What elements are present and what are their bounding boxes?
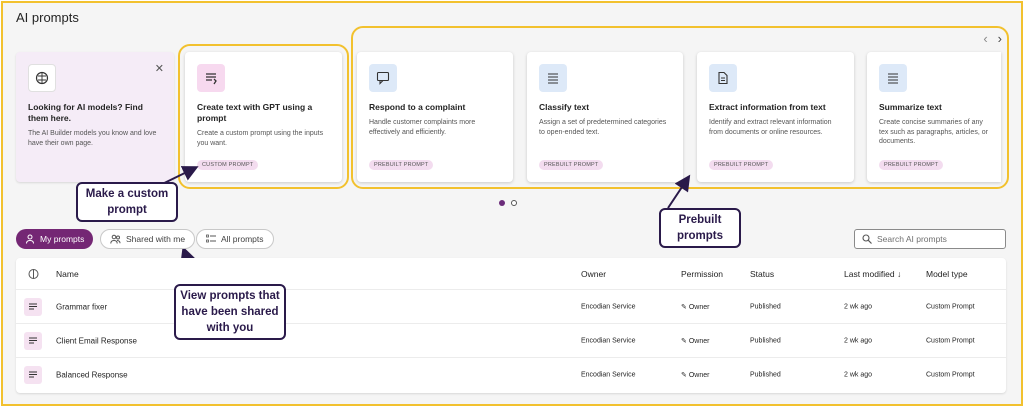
row-permission: ✎ Owner xyxy=(681,303,709,311)
header-permission[interactable]: Permission xyxy=(681,269,723,279)
table-header-row: Name Owner Permission Status Last modifi… xyxy=(16,258,1006,290)
row-last-modified: 2 wk ago xyxy=(844,371,873,379)
row-status: Published xyxy=(750,337,781,344)
shared-prompts-callout: View prompts that have been shared with … xyxy=(174,284,286,340)
prebuilt-highlight xyxy=(351,26,1009,189)
tab-label: My prompts xyxy=(40,234,85,244)
row-model-type: Custom Prompt xyxy=(926,337,975,344)
sort-arrow-icon: ↓ xyxy=(896,268,902,279)
prompts-table: Name Owner Permission Status Last modifi… xyxy=(16,258,1006,393)
custom-highlight xyxy=(178,44,349,189)
prompt-icon xyxy=(24,297,42,316)
table-row[interactable]: Balanced Response Encodian Service ✎ Own… xyxy=(16,358,1006,392)
search-input[interactable]: Search AI prompts xyxy=(854,229,1006,249)
person-icon xyxy=(26,234,34,244)
tab-all-prompts[interactable]: All prompts xyxy=(196,229,274,249)
info-card-title: Looking for AI models? Find them here. xyxy=(28,102,143,123)
custom-prompt-callout: Make a custom prompt xyxy=(76,182,178,222)
row-last-modified: 2 wk ago xyxy=(844,337,873,344)
header-model-type[interactable]: Model type xyxy=(926,269,968,279)
tab-label: Shared with me xyxy=(126,234,186,244)
info-card-description: The AI Builder models you know and love … xyxy=(28,130,157,147)
table-row[interactable]: Grammar fixer Encodian Service ✎ Owner P… xyxy=(16,290,1006,324)
carousel-pagination xyxy=(499,200,517,206)
ai-models-info-card[interactable]: ✕ Looking for AI models? Find them here.… xyxy=(16,52,174,182)
row-last-modified: 2 wk ago xyxy=(844,303,873,310)
header-status[interactable]: Status xyxy=(750,269,774,279)
brain-icon xyxy=(28,64,56,92)
header-last-modified[interactable]: Last modified ↓ xyxy=(844,269,901,279)
row-status: Published xyxy=(750,371,781,379)
carousel-dot-active[interactable] xyxy=(499,200,505,206)
row-owner: Encodian Service xyxy=(581,337,636,344)
row-permission: ✎ Owner xyxy=(681,337,709,345)
row-permission-label: Owner xyxy=(688,337,710,345)
prompt-icon xyxy=(24,331,42,350)
tab-my-prompts[interactable]: My prompts xyxy=(16,229,94,249)
row-status: Published xyxy=(750,303,781,310)
header-name[interactable]: Name xyxy=(56,269,79,279)
row-permission-label: Owner xyxy=(688,372,710,379)
row-permission: ✎ Owner xyxy=(681,371,709,379)
pencil-icon: ✎ xyxy=(681,303,689,311)
table-row[interactable]: Client Email Response Encodian Service ✎… xyxy=(16,324,1006,358)
row-name[interactable]: Balanced Response xyxy=(56,371,128,380)
row-model-type: Custom Prompt xyxy=(926,371,975,379)
row-name[interactable]: Grammar fixer xyxy=(56,302,107,311)
row-owner: Encodian Service xyxy=(581,371,636,379)
people-icon xyxy=(110,234,121,244)
file-type-icon xyxy=(28,268,39,279)
search-icon xyxy=(862,234,872,244)
carousel-dot[interactable] xyxy=(511,200,517,206)
search-placeholder: Search AI prompts xyxy=(877,234,947,244)
row-permission-label: Owner xyxy=(688,303,710,311)
pencil-icon: ✎ xyxy=(681,372,689,379)
close-icon[interactable]: ✕ xyxy=(155,62,164,75)
row-name[interactable]: Client Email Response xyxy=(56,336,137,345)
prebuilt-prompts-callout: Prebuilt prompts xyxy=(659,208,741,248)
row-model-type: Custom Prompt xyxy=(926,303,975,310)
bullet-list-icon xyxy=(206,234,216,243)
row-owner: Encodian Service xyxy=(581,303,636,310)
prompt-icon xyxy=(24,366,42,384)
header-last-modified-label: Last modified xyxy=(844,268,895,279)
pencil-icon: ✎ xyxy=(681,337,689,345)
tab-shared-with-me[interactable]: Shared with me xyxy=(100,229,196,249)
header-owner[interactable]: Owner xyxy=(581,269,606,279)
page-title: AI prompts xyxy=(16,10,79,25)
tab-label: All prompts xyxy=(221,234,264,244)
